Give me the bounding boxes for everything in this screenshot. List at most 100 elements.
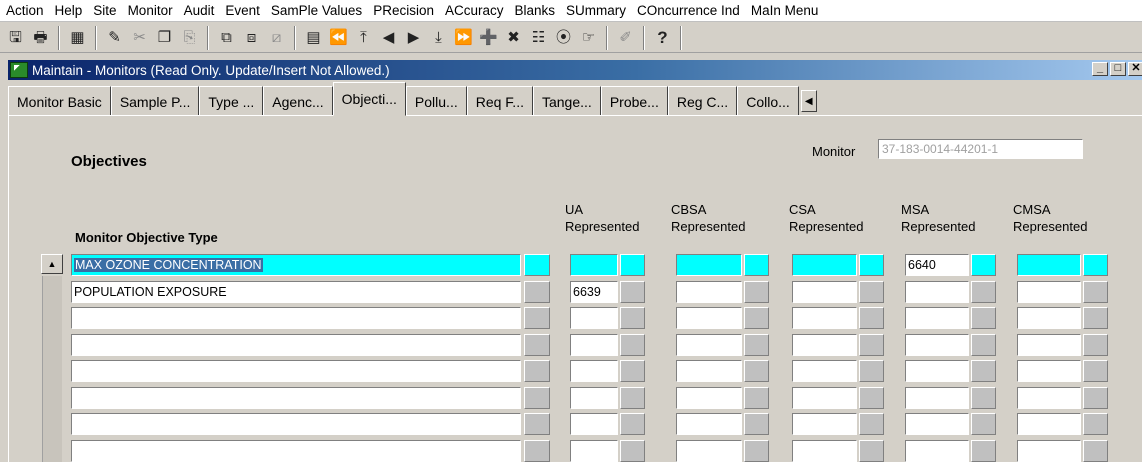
objective-cell[interactable]: [71, 386, 521, 409]
csa-lov-button[interactable]: [859, 307, 884, 329]
menu-item-blanks[interactable]: Blanks: [514, 3, 555, 18]
csa-cell[interactable]: [792, 307, 857, 329]
cmsa-lov-button[interactable]: [1083, 333, 1108, 356]
edit-icon[interactable]: ✎: [103, 26, 126, 50]
duplicate-record-icon[interactable]: ⧈: [240, 26, 263, 50]
objective-lov-button[interactable]: [524, 360, 550, 382]
msa-lov-button[interactable]: [971, 360, 996, 382]
objective-cell[interactable]: POPULATION EXPOSURE: [71, 280, 521, 303]
scroll-up-icon[interactable]: ▲: [41, 254, 63, 274]
objective-cell[interactable]: [71, 439, 521, 462]
menu-item-precision[interactable]: PRecision: [373, 3, 434, 18]
ua-lov-button[interactable]: [620, 307, 645, 329]
ua-lov-button[interactable]: [620, 333, 645, 356]
csa-cell[interactable]: [792, 280, 857, 303]
objective-lov-button[interactable]: [524, 333, 550, 356]
csa-cell[interactable]: [792, 360, 857, 382]
tab-objecti[interactable]: Objecti...: [332, 82, 406, 116]
msa-cell[interactable]: [905, 333, 969, 356]
csa-lov-button[interactable]: [859, 280, 884, 303]
objective-lov-button[interactable]: [524, 254, 550, 276]
paste-icon[interactable]: ⎘: [178, 26, 201, 50]
objective-cell[interactable]: [71, 307, 521, 329]
tab-collo[interactable]: Collo...: [737, 86, 799, 116]
cbsa-cell[interactable]: [676, 333, 742, 356]
ua-lov-button[interactable]: [620, 413, 645, 435]
msa-lov-button[interactable]: [971, 439, 996, 462]
save-icon[interactable]: 🖫: [4, 26, 27, 50]
add-icon[interactable]: ➕: [477, 26, 500, 50]
maximize-icon[interactable]: □: [1110, 62, 1126, 76]
exit-icon[interactable]: ▦: [66, 26, 89, 50]
csa-lov-button[interactable]: [859, 254, 884, 276]
cmsa-lov-button[interactable]: [1083, 254, 1108, 276]
ua-cell[interactable]: [570, 413, 618, 435]
objective-lov-button[interactable]: [524, 280, 550, 303]
cbsa-cell[interactable]: [676, 280, 742, 303]
ua-cell[interactable]: [570, 333, 618, 356]
ua-cell[interactable]: [570, 307, 618, 329]
msa-cell[interactable]: 6640: [905, 254, 969, 276]
cbsa-lov-button[interactable]: [744, 254, 769, 276]
record-scrollbar-track[interactable]: [42, 276, 62, 462]
query-icon[interactable]: ☞: [577, 26, 600, 50]
remove-icon[interactable]: ✖: [502, 26, 525, 50]
tab-req-f[interactable]: Req F...: [466, 86, 533, 116]
ua-lov-button[interactable]: [620, 280, 645, 303]
objective-lov-button[interactable]: [524, 413, 550, 435]
ua-lov-button[interactable]: [620, 254, 645, 276]
menu-item-monitor[interactable]: Monitor: [128, 3, 173, 18]
tab-scroll-left-icon[interactable]: ◀: [800, 90, 817, 112]
tab-type[interactable]: Type ...: [199, 86, 264, 116]
menu-item-help[interactable]: Help: [55, 3, 83, 18]
cbsa-lov-button[interactable]: [744, 386, 769, 409]
msa-cell[interactable]: [905, 386, 969, 409]
cmsa-lov-button[interactable]: [1083, 360, 1108, 382]
cbsa-lov-button[interactable]: [744, 439, 769, 462]
menu-item-sample-values[interactable]: SamPle Values: [271, 3, 362, 18]
csa-cell[interactable]: [792, 413, 857, 435]
menu-item-action[interactable]: Action: [6, 3, 44, 18]
cbsa-cell[interactable]: [676, 307, 742, 329]
msa-cell[interactable]: [905, 439, 969, 462]
objective-cell[interactable]: MAX OZONE CONCENTRATION: [71, 254, 521, 276]
down-icon[interactable]: ⤓: [427, 26, 450, 50]
cmsa-lov-button[interactable]: [1083, 386, 1108, 409]
menu-item-concurrence-ind[interactable]: COncurrence Ind: [637, 3, 740, 18]
ua-cell[interactable]: 6639: [570, 280, 618, 303]
cbsa-lov-button[interactable]: [744, 307, 769, 329]
menu-item-audit[interactable]: Audit: [184, 3, 215, 18]
csa-cell[interactable]: [792, 439, 857, 462]
lov-icon[interactable]: ⦿: [552, 26, 575, 50]
insert-record-icon[interactable]: ⧉: [215, 26, 238, 50]
menu-item-summary[interactable]: SUmmary: [566, 3, 626, 18]
msa-lov-button[interactable]: [971, 413, 996, 435]
tab-reg-c[interactable]: Reg C...: [667, 86, 738, 116]
tab-agenc[interactable]: Agenc...: [263, 86, 333, 116]
cmsa-cell[interactable]: [1017, 413, 1081, 435]
ua-cell[interactable]: [570, 254, 618, 276]
previous-record-icon[interactable]: ◀: [377, 26, 400, 50]
msa-lov-button[interactable]: [971, 307, 996, 329]
objective-cell[interactable]: [71, 413, 521, 435]
cbsa-lov-button[interactable]: [744, 413, 769, 435]
ua-cell[interactable]: [570, 360, 618, 382]
close-icon[interactable]: ✕: [1128, 62, 1142, 76]
csa-lov-button[interactable]: [859, 333, 884, 356]
objective-cell[interactable]: [71, 333, 521, 356]
ua-cell[interactable]: [570, 386, 618, 409]
cmsa-cell[interactable]: [1017, 360, 1081, 382]
msa-cell[interactable]: [905, 413, 969, 435]
menu-item-event[interactable]: Event: [225, 3, 260, 18]
next-record-icon[interactable]: ▶: [402, 26, 425, 50]
block-icon[interactable]: ☷: [527, 26, 550, 50]
msa-cell[interactable]: [905, 280, 969, 303]
top-icon[interactable]: ⤒: [352, 26, 375, 50]
help-icon[interactable]: ?: [651, 26, 674, 50]
cmsa-cell[interactable]: [1017, 254, 1081, 276]
delete-record-icon[interactable]: ⧄: [265, 26, 288, 50]
print-icon[interactable]: 🖶: [29, 26, 52, 50]
cmsa-cell[interactable]: [1017, 333, 1081, 356]
csa-lov-button[interactable]: [859, 413, 884, 435]
cbsa-cell[interactable]: [676, 439, 742, 462]
